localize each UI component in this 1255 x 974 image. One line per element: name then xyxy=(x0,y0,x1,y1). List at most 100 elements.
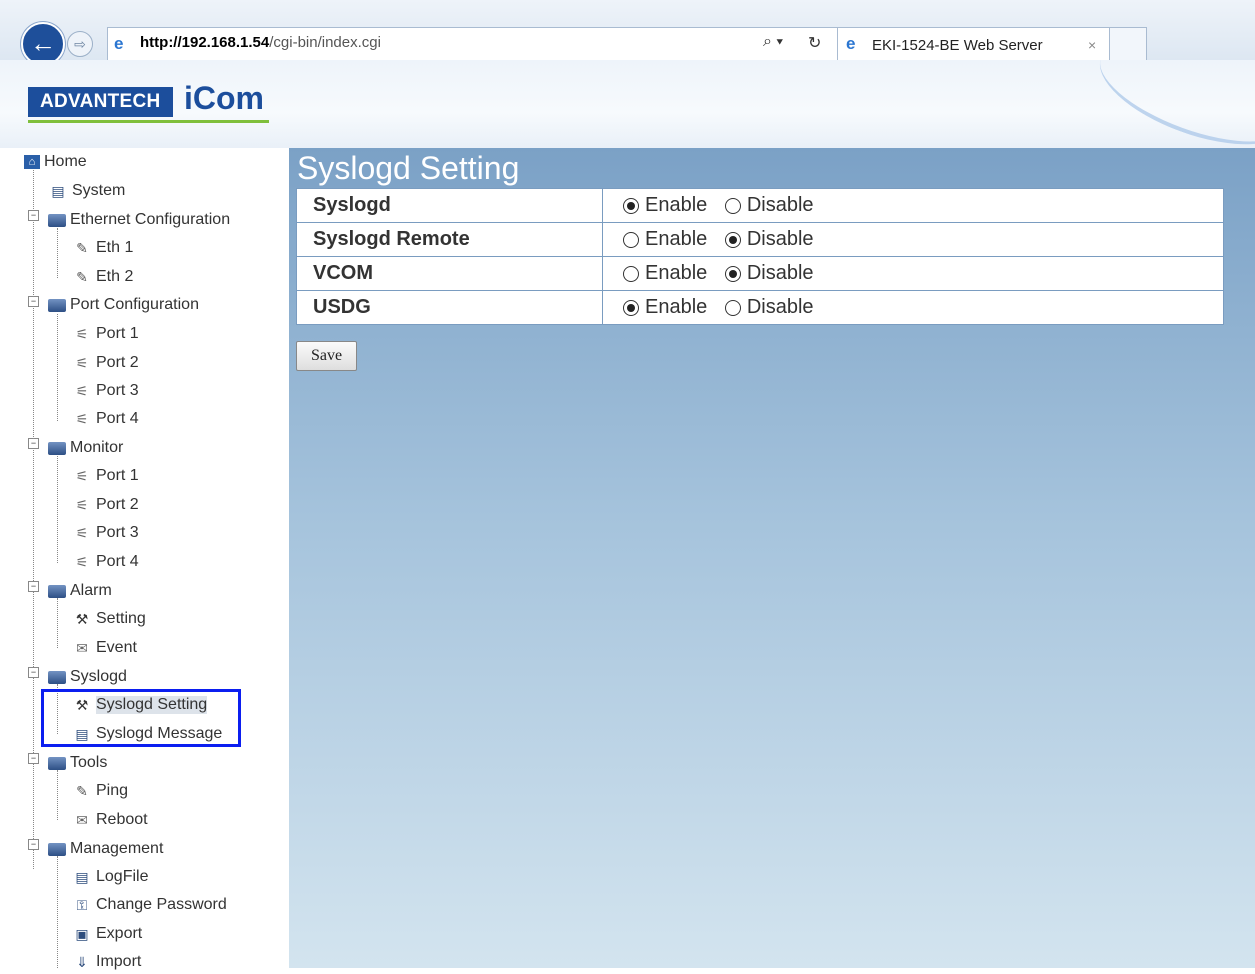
tree-line xyxy=(33,170,34,869)
sidebar-item-ping[interactable]: ✎ Ping xyxy=(72,779,128,803)
collapse-icon[interactable]: − xyxy=(28,438,39,449)
tree-line xyxy=(57,856,58,968)
table-row: Syslogd Enable Disable xyxy=(296,188,1224,223)
sidebar-item-monitor-port2[interactable]: ⚟ Port 2 xyxy=(72,493,139,517)
sidebar-item-syslogd[interactable]: Syslogd xyxy=(48,665,127,689)
enable-radio[interactable] xyxy=(623,231,639,248)
sidebar-item-label: Port 4 xyxy=(96,410,139,427)
sidebar-item-management[interactable]: Management xyxy=(48,837,163,861)
enable-label: Enable xyxy=(645,296,708,319)
enable-radio[interactable] xyxy=(623,265,639,282)
sidebar-item-port-config[interactable]: Port Configuration xyxy=(48,293,199,317)
connector-icon: ⚟ xyxy=(75,326,89,342)
close-icon[interactable]: × xyxy=(1088,37,1096,53)
connector-icon: ⚟ xyxy=(75,355,89,371)
row-label: USDG xyxy=(296,290,603,325)
url-host: http://192.168.1.54 xyxy=(140,34,270,51)
sidebar-item-alarm-setting[interactable]: ⚒ Setting xyxy=(72,607,146,631)
browser-tab[interactable]: e EKI-1524-BE Web Server × xyxy=(837,27,1111,61)
collapse-icon[interactable]: − xyxy=(28,667,39,678)
pencil-icon: ✎ xyxy=(76,240,88,256)
sidebar-item-reboot[interactable]: ✉ Reboot xyxy=(72,808,148,832)
sidebar-item-config-port4[interactable]: ⚟ Port 4 xyxy=(72,407,139,431)
sidebar-item-label: Eth 1 xyxy=(96,239,134,256)
sidebar-item-label: Port 3 xyxy=(96,524,139,541)
sidebar-item-ethernet[interactable]: Ethernet Configuration xyxy=(48,208,230,232)
browser-toolbar: ← ⇨ e http://192.168.1.54/cgi-bin/index.… xyxy=(0,0,1255,66)
folder-icon xyxy=(48,298,66,312)
disable-label: Disable xyxy=(746,262,814,285)
header-banner: ADVANTECH iCom xyxy=(0,60,1255,148)
sidebar-item-home[interactable]: ⌂ Home xyxy=(24,150,87,174)
sidebar-item-monitor[interactable]: Monitor xyxy=(48,436,123,460)
sidebar-item-label: Port 1 xyxy=(96,467,139,484)
sidebar-item-monitor-port3[interactable]: ⚟ Port 3 xyxy=(72,521,139,545)
address-bar[interactable]: e http://192.168.1.54/cgi-bin/index.cgi … xyxy=(107,27,839,61)
sidebar-item-monitor-port4[interactable]: ⚟ Port 4 xyxy=(72,550,139,574)
sidebar-item-eth2[interactable]: ✎ Eth 2 xyxy=(72,265,133,289)
sidebar-item-label: Eth 2 xyxy=(96,268,134,285)
sidebar-item-label: System xyxy=(72,182,126,199)
sidebar-item-alarm[interactable]: Alarm xyxy=(48,579,112,603)
sidebar-item-label: Import xyxy=(96,953,142,970)
folder-icon xyxy=(48,842,66,856)
sidebar-item-label: Port 1 xyxy=(96,325,139,342)
sidebar-item-config-port3[interactable]: ⚟ Port 3 xyxy=(72,379,139,403)
tree-line xyxy=(57,228,58,278)
sidebar-item-config-port2[interactable]: ⚟ Port 2 xyxy=(72,351,139,375)
save-button[interactable]: Save xyxy=(296,341,357,371)
table-row: USDG Enable Disable xyxy=(296,290,1224,325)
tools-icon: ⚒ xyxy=(75,611,89,627)
folder-icon xyxy=(48,584,66,598)
sidebar-item-label: LogFile xyxy=(96,868,149,885)
connector-icon: ⚟ xyxy=(75,383,89,399)
sidebar-item-label: Event xyxy=(96,639,137,656)
enable-radio[interactable] xyxy=(623,197,639,214)
sidebar-item-config-port1[interactable]: ⚟ Port 1 xyxy=(72,322,139,346)
sidebar-item-export[interactable]: ▣ Export xyxy=(72,922,142,946)
collapse-icon[interactable]: − xyxy=(28,581,39,592)
sidebar-item-label: Port 2 xyxy=(96,354,139,371)
ie-logo-icon: e xyxy=(846,34,856,53)
sidebar-item-label: Port Configuration xyxy=(70,296,199,313)
disable-radio[interactable] xyxy=(724,197,741,214)
connector-icon: ⚟ xyxy=(75,497,89,513)
url-text[interactable]: http://192.168.1.54/cgi-bin/index.cgi xyxy=(140,34,381,51)
disable-radio[interactable] xyxy=(724,231,741,248)
sidebar-item-system[interactable]: ▤ System xyxy=(48,179,125,203)
tree-line xyxy=(57,314,58,421)
sidebar-item-label: Port 3 xyxy=(96,382,139,399)
forward-arrow-icon[interactable]: ⇨ xyxy=(67,31,93,57)
row-label: VCOM xyxy=(296,256,603,291)
decorative-swoosh xyxy=(1086,60,1255,148)
disable-label: Disable xyxy=(746,296,814,319)
sidebar-item-alarm-event[interactable]: ✉ Event xyxy=(72,636,137,660)
sidebar-item-label: Alarm xyxy=(70,582,112,599)
sidebar-item-label: Home xyxy=(44,153,87,170)
sidebar-item-monitor-port1[interactable]: ⚟ Port 1 xyxy=(72,464,139,488)
collapse-icon[interactable]: − xyxy=(28,753,39,764)
search-icon[interactable]: ⌕ ▾ xyxy=(763,33,783,51)
collapse-icon[interactable]: − xyxy=(28,210,39,221)
sidebar-item-tools[interactable]: Tools xyxy=(48,751,107,775)
sidebar-item-logfile[interactable]: ▤ LogFile xyxy=(72,865,148,889)
collapse-icon[interactable]: − xyxy=(28,839,39,850)
row-label: Syslogd Remote xyxy=(296,222,603,257)
enable-radio[interactable] xyxy=(623,299,639,316)
refresh-icon[interactable]: ↻ xyxy=(808,33,821,53)
sidebar-item-import[interactable]: ⇓ Import xyxy=(72,950,141,974)
collapse-icon[interactable]: − xyxy=(28,296,39,307)
sidebar-item-label: Reboot xyxy=(96,811,148,828)
radio-group: Enable Disable xyxy=(602,290,1224,325)
connector-icon: ⚟ xyxy=(75,468,89,484)
sidebar-item-label: Setting xyxy=(96,610,146,627)
ie-logo-icon: e xyxy=(114,34,124,53)
disable-radio[interactable] xyxy=(724,299,741,316)
sidebar-item-eth1[interactable]: ✎ Eth 1 xyxy=(72,236,133,260)
disable-radio[interactable] xyxy=(724,265,741,282)
sidebar-item-change-password[interactable]: ⚿ Change Password xyxy=(72,893,227,917)
table-row: Syslogd Remote Enable Disable xyxy=(296,222,1224,257)
new-tab-button[interactable] xyxy=(1109,27,1147,61)
enable-label: Enable xyxy=(645,194,708,217)
enable-label: Enable xyxy=(645,228,708,251)
